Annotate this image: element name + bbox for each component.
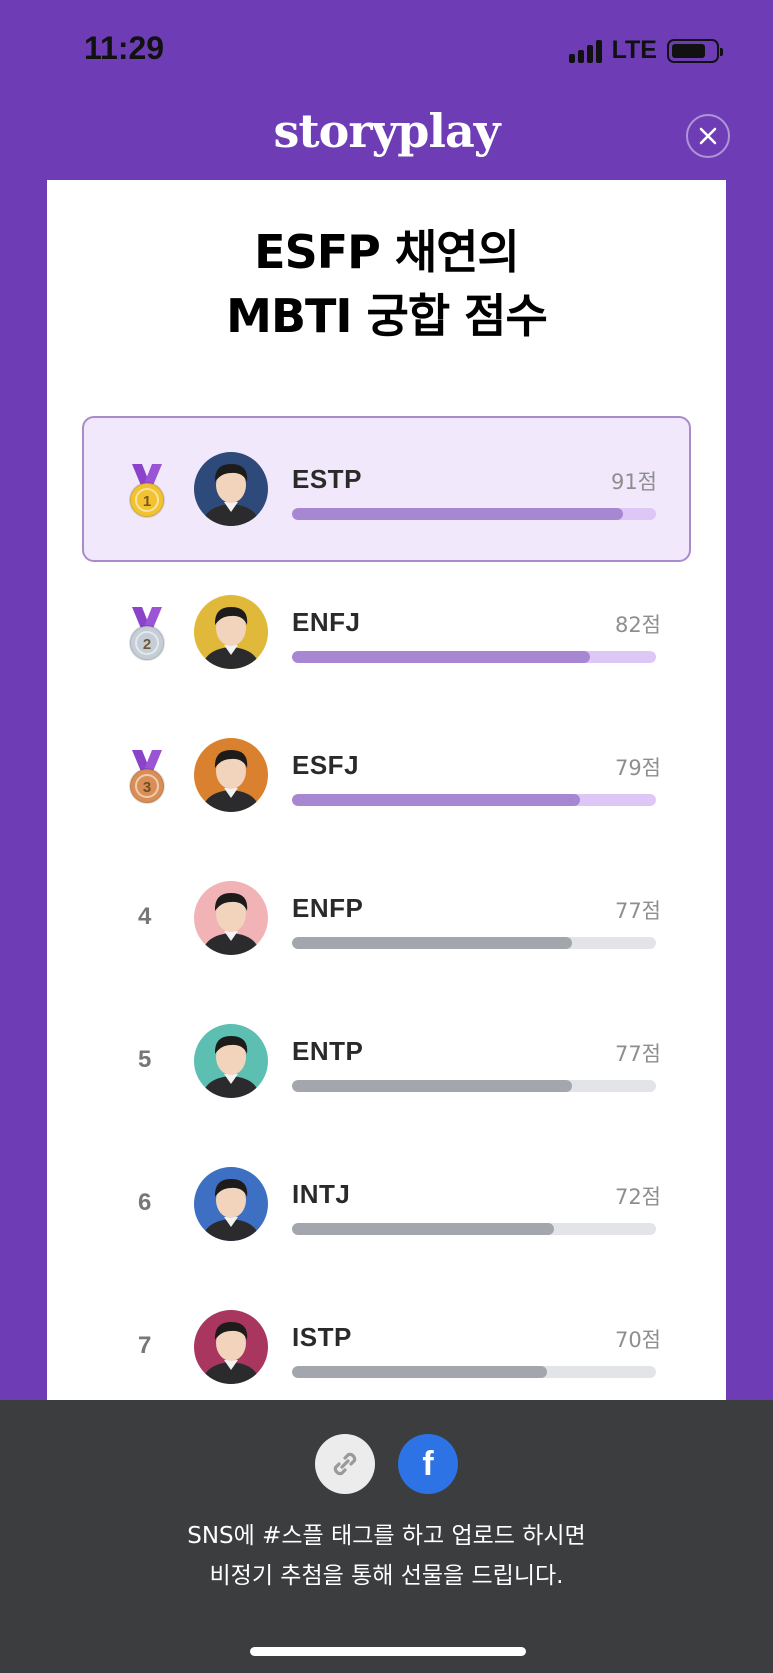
- rank-number: 7: [138, 1332, 152, 1359]
- person-icon: [202, 464, 260, 526]
- person-icon: [202, 1322, 260, 1384]
- score-bar-fill: [292, 937, 572, 949]
- notice-line-1: SNS에 #스플 태그를 하고 업로드 하시면: [187, 1523, 586, 1549]
- status-bar: 11:29 LTE: [0, 0, 773, 100]
- svg-text:2: 2: [143, 636, 151, 653]
- score-bar-fill: [292, 794, 580, 806]
- score-bar: [292, 937, 656, 949]
- title-line-1: ESFP 채연의: [254, 225, 520, 279]
- result-card: ESFP 채연의 MBTI 궁합 점수 1 ESTP 91점 2 ENFJ 82점 3 ESF…: [47, 180, 726, 1400]
- score-bar: [292, 794, 656, 806]
- person-icon: [202, 893, 260, 955]
- facebook-share-button[interactable]: f: [398, 1434, 458, 1494]
- score-bar-fill: [292, 1366, 547, 1378]
- title-line-2: MBTI 궁합 점수: [226, 289, 548, 343]
- avatar: [194, 1024, 268, 1098]
- ranking-item: 1 ESTP 91점: [82, 416, 691, 562]
- score-label: 72점: [614, 1185, 661, 1209]
- score-bar: [292, 1366, 656, 1378]
- person-icon: [202, 1179, 260, 1241]
- mbti-label: ENFJ: [292, 607, 361, 637]
- avatar: [194, 1167, 268, 1241]
- close-button[interactable]: [686, 114, 730, 158]
- avatar: [194, 452, 268, 526]
- avatar: [194, 881, 268, 955]
- score-bar: [292, 508, 656, 520]
- avatar: [194, 595, 268, 669]
- page-title: ESFP 채연의 MBTI 궁합 점수: [47, 220, 726, 348]
- signal-icon: [568, 39, 602, 63]
- score-label: 82점: [614, 613, 661, 637]
- mbti-label: ESFJ: [292, 750, 360, 780]
- avatar: [194, 1310, 268, 1384]
- score-bar-fill: [292, 651, 590, 663]
- person-icon: [202, 607, 260, 669]
- ranking-item: 4 ENFP 77점: [82, 847, 691, 993]
- ranking-item: 3 ESFJ 79점: [82, 704, 691, 850]
- mbti-label: ESTP: [292, 464, 362, 494]
- clock: 11:29: [84, 30, 165, 66]
- mbti-label: ENFP: [292, 893, 364, 923]
- ranking-item: 5 ENTP 77점: [82, 990, 691, 1136]
- home-indicator: [250, 1647, 526, 1656]
- rank-number: 5: [138, 1046, 152, 1073]
- score-bar-fill: [292, 1223, 554, 1235]
- mbti-label: ISTP: [292, 1322, 352, 1352]
- mbti-label: ENTP: [292, 1036, 364, 1066]
- network-label: LTE: [611, 36, 657, 64]
- score-label: 70점: [614, 1328, 661, 1352]
- bronze-medal-icon: 3: [129, 750, 165, 804]
- avatar: [194, 738, 268, 812]
- score-bar-fill: [292, 1080, 572, 1092]
- score-bar-fill: [292, 508, 623, 520]
- ranking-item: 2 ENFJ 82점: [82, 561, 691, 707]
- event-notice: SNS에 #스플 태그를 하고 업로드 하시면 비정기 추첨을 통해 선물을 드…: [0, 1516, 773, 1596]
- rank-number: 6: [138, 1189, 152, 1216]
- mbti-label: INTJ: [292, 1179, 351, 1209]
- person-icon: [202, 1036, 260, 1098]
- silver-medal-icon: 2: [129, 607, 165, 661]
- svg-text:1: 1: [143, 493, 151, 510]
- score-label: 79점: [614, 756, 661, 780]
- copy-link-button[interactable]: [315, 1434, 375, 1494]
- score-bar: [292, 1223, 656, 1235]
- link-icon: [333, 1452, 357, 1476]
- close-icon: [699, 127, 717, 145]
- ranking-item: 6 INTJ 72점: [82, 1133, 691, 1279]
- person-icon: [202, 750, 260, 812]
- storyplay-logo: storyplay: [273, 104, 501, 158]
- battery-icon: [667, 38, 723, 63]
- score-bar: [292, 1080, 656, 1092]
- score-bar: [292, 651, 656, 663]
- svg-text:3: 3: [143, 779, 151, 796]
- gold-medal-icon: 1: [129, 464, 165, 518]
- score-label: 91점: [610, 470, 657, 494]
- notice-line-2: 비정기 추첨을 통해 선물을 드립니다.: [209, 1563, 564, 1589]
- share-footer: f SNS에 #스플 태그를 하고 업로드 하시면 비정기 추첨을 통해 선물을…: [0, 1400, 773, 1673]
- score-label: 77점: [614, 1042, 661, 1066]
- score-label: 77점: [614, 899, 661, 923]
- facebook-icon: f: [422, 1444, 434, 1483]
- rank-number: 4: [138, 903, 152, 930]
